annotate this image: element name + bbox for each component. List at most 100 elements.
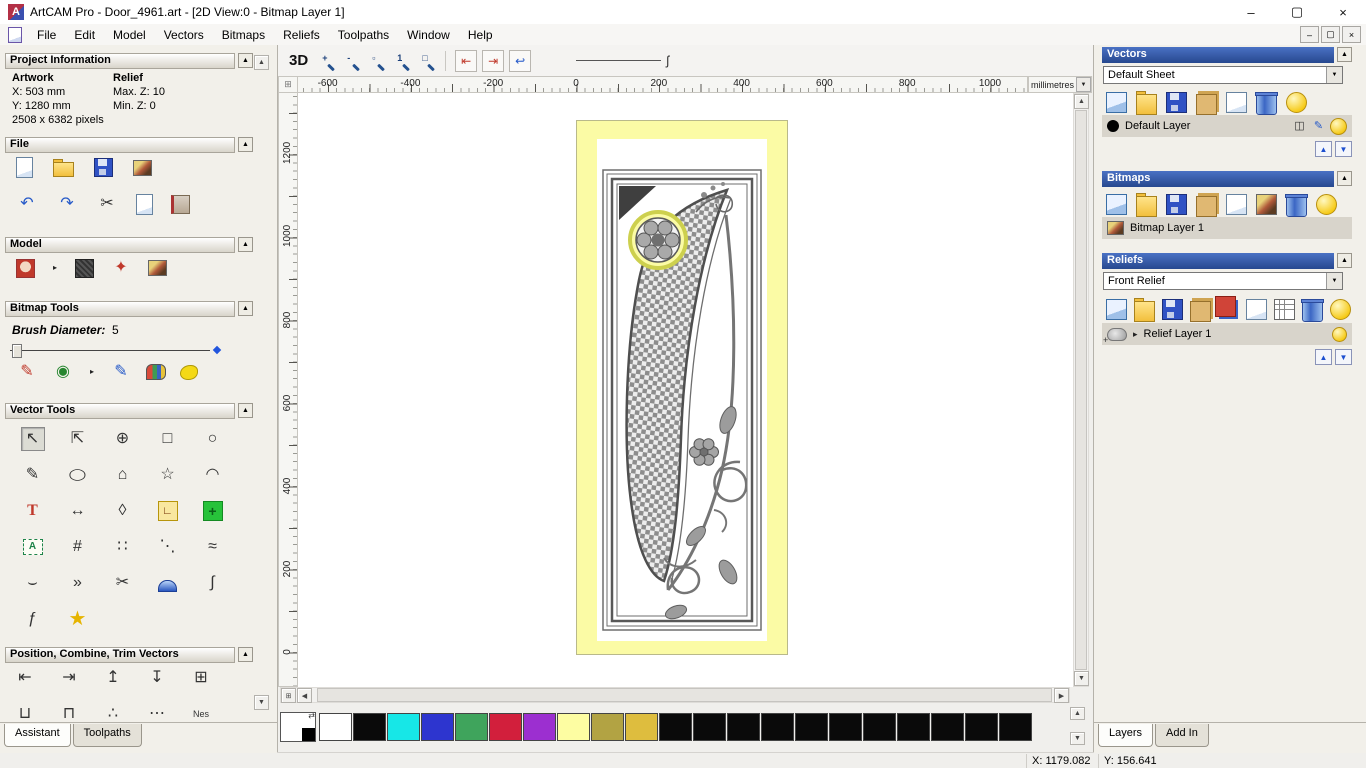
open-relief-layer-icon[interactable] (1134, 298, 1155, 322)
brush-diameter-slider[interactable] (10, 343, 222, 358)
save-bitmap-layer-icon[interactable] (1166, 194, 1187, 215)
delete-vector-layer-icon[interactable] (1255, 91, 1278, 115)
cut-icon[interactable]: ✂ (96, 193, 118, 215)
ruler-units-dropdown[interactable]: millimetres ▼ (1028, 76, 1092, 93)
palette-swatch-11[interactable] (693, 713, 726, 741)
palette-swatch-0[interactable] (319, 713, 352, 741)
collapse-section-icon[interactable]: ▲ (238, 403, 253, 418)
menu-reliefs[interactable]: Reliefs (274, 24, 329, 45)
scroll-up-icon[interactable]: ▲ (1074, 94, 1089, 109)
delete-relief-layer-icon[interactable] (1301, 298, 1324, 322)
collapse-section-icon[interactable]: ▲ (238, 301, 253, 316)
mdi-close-button[interactable]: × (1342, 26, 1361, 43)
tab-layers[interactable]: Layers (1098, 724, 1154, 747)
align-top-icon[interactable]: ↥ (102, 667, 124, 689)
delete-bitmap-layer-icon[interactable] (1285, 193, 1308, 217)
menu-edit[interactable]: Edit (65, 24, 104, 45)
menu-model[interactable]: Model (104, 24, 155, 45)
toggle-all-reliefs-icon[interactable] (1330, 299, 1351, 320)
palette-swatch-12[interactable] (727, 713, 760, 741)
new-bitmap-layer-icon[interactable] (1106, 194, 1127, 215)
drawing-canvas[interactable] (298, 93, 1073, 687)
mdi-minimize-button[interactable]: – (1300, 26, 1319, 43)
tab-add-in[interactable]: Add In (1155, 724, 1209, 747)
collapse-section-icon[interactable]: ▲ (238, 53, 253, 68)
palette-swatch-8[interactable] (591, 713, 624, 741)
horizontal-scroll-thumb[interactable] (317, 688, 1052, 702)
relief-calculate-icon[interactable] (1274, 299, 1295, 320)
block-copy-icon[interactable]: ∷ (112, 536, 134, 558)
redo-icon[interactable]: ↷ (56, 193, 78, 215)
palette-swatch-7[interactable] (557, 713, 590, 741)
relief-layer-row[interactable]: ▸ Relief Layer 1 (1102, 323, 1352, 345)
collapse-section-icon[interactable]: ▲ (238, 237, 253, 252)
zoom-100-icon[interactable]: 1 (391, 51, 411, 71)
layer-colour-swatch[interactable] (1107, 120, 1119, 132)
offset-vector-icon[interactable]: ◊ (112, 500, 134, 522)
paint-selective-icon[interactable]: ✎ (110, 361, 132, 383)
move-layer-down-icon[interactable]: ▼ (1335, 141, 1352, 157)
magic-texture-icon[interactable] (180, 364, 198, 380)
tab-toolpaths[interactable]: Toolpaths (72, 724, 142, 747)
model-lighting-icon[interactable] (16, 258, 35, 278)
colour-reduce-icon[interactable] (1256, 194, 1277, 215)
undo-icon[interactable]: ↶ (16, 193, 38, 215)
create-rectangle-icon[interactable]: □ (157, 428, 179, 450)
copy-bitmap-layer-icon[interactable] (1226, 194, 1247, 215)
scroll-right-icon[interactable]: ▶ (1054, 688, 1069, 703)
swap-colours-icon[interactable]: ⇄ (308, 711, 315, 720)
text-block-icon[interactable]: A (22, 539, 43, 555)
create-ellipse-icon[interactable]: ◯ (67, 467, 89, 483)
star-wizard-icon[interactable]: ★ (67, 608, 89, 630)
select-vectors-icon[interactable]: ↖ (20, 427, 45, 451)
palette-swatch-18[interactable] (931, 713, 964, 741)
open-model-icon[interactable] (53, 159, 74, 177)
collapse-section-icon[interactable]: ▲ (238, 137, 253, 152)
collapse-section-icon[interactable]: ▲ (1337, 47, 1352, 62)
dropdown-arrow-icon[interactable]: ▼ (1326, 273, 1342, 289)
open-vector-layer-icon[interactable] (1136, 91, 1157, 115)
create-polygon-icon[interactable]: ⌂ (112, 464, 134, 486)
palette-swatch-19[interactable] (965, 713, 998, 741)
create-arc-icon[interactable]: ◠ (202, 464, 224, 486)
slider-handle[interactable] (12, 344, 22, 358)
snapshot-right-icon[interactable]: ⇥ (482, 49, 505, 72)
scroll-down-icon[interactable]: ▼ (254, 695, 269, 710)
menu-vectors[interactable]: Vectors (155, 24, 213, 45)
merge-relief-layers-icon[interactable] (1190, 300, 1211, 322)
open-bitmap-layer-icon[interactable] (1136, 193, 1157, 217)
expander-icon[interactable]: ▸ (1133, 329, 1138, 340)
canvas-vertical-scrollbar[interactable]: ▲ ▼ (1073, 93, 1089, 687)
move-vectors-icon[interactable]: ⊕ (112, 428, 134, 450)
collapse-section-icon[interactable]: ▲ (238, 647, 253, 662)
move-layer-down-icon[interactable]: ▼ (1335, 349, 1352, 365)
palette-swatch-4[interactable] (455, 713, 488, 741)
palette-swatch-15[interactable] (829, 713, 862, 741)
palette-swatch-10[interactable] (659, 713, 692, 741)
zoom-in-icon[interactable]: + (316, 51, 336, 71)
copy-vector-layer-icon[interactable] (1226, 92, 1247, 113)
paint-brush-icon[interactable]: ✎ (16, 361, 38, 383)
create-text-icon[interactable]: T (22, 500, 44, 522)
merge-vector-layers-icon[interactable] (1196, 93, 1217, 115)
zoom-fit-icon[interactable]: □ (416, 51, 436, 71)
scroll-left-icon[interactable]: ◀ (297, 688, 312, 703)
close-button[interactable]: × (1320, 0, 1366, 24)
new-relief-layer-icon[interactable] (1106, 299, 1127, 320)
flood-fill-icon[interactable]: ◉ (52, 361, 74, 383)
tab-assistant[interactable]: Assistant (4, 724, 71, 747)
palette-swatch-9[interactable] (625, 713, 658, 741)
palette-swatch-6[interactable] (523, 713, 556, 741)
model-preview-icon[interactable] (133, 159, 152, 176)
palette-swatch-1[interactable] (353, 713, 386, 741)
join-vectors-icon[interactable]: » (67, 572, 89, 594)
layer-visibility-icon[interactable] (1332, 326, 1347, 342)
layer-snap-icon[interactable]: ◫ (1292, 119, 1307, 134)
sheet-selector-dropdown[interactable]: Default Sheet ▼ (1103, 66, 1343, 84)
palette-swatch-3[interactable] (421, 713, 454, 741)
new-vector-layer-icon[interactable] (1106, 92, 1127, 113)
move-layer-up-icon[interactable]: ▲ (1315, 141, 1332, 157)
vector-layer-row[interactable]: Default Layer ◫ ✎ (1102, 115, 1352, 137)
save-vector-layer-icon[interactable] (1166, 92, 1187, 113)
scroll-up-icon[interactable]: ▲ (254, 55, 269, 70)
